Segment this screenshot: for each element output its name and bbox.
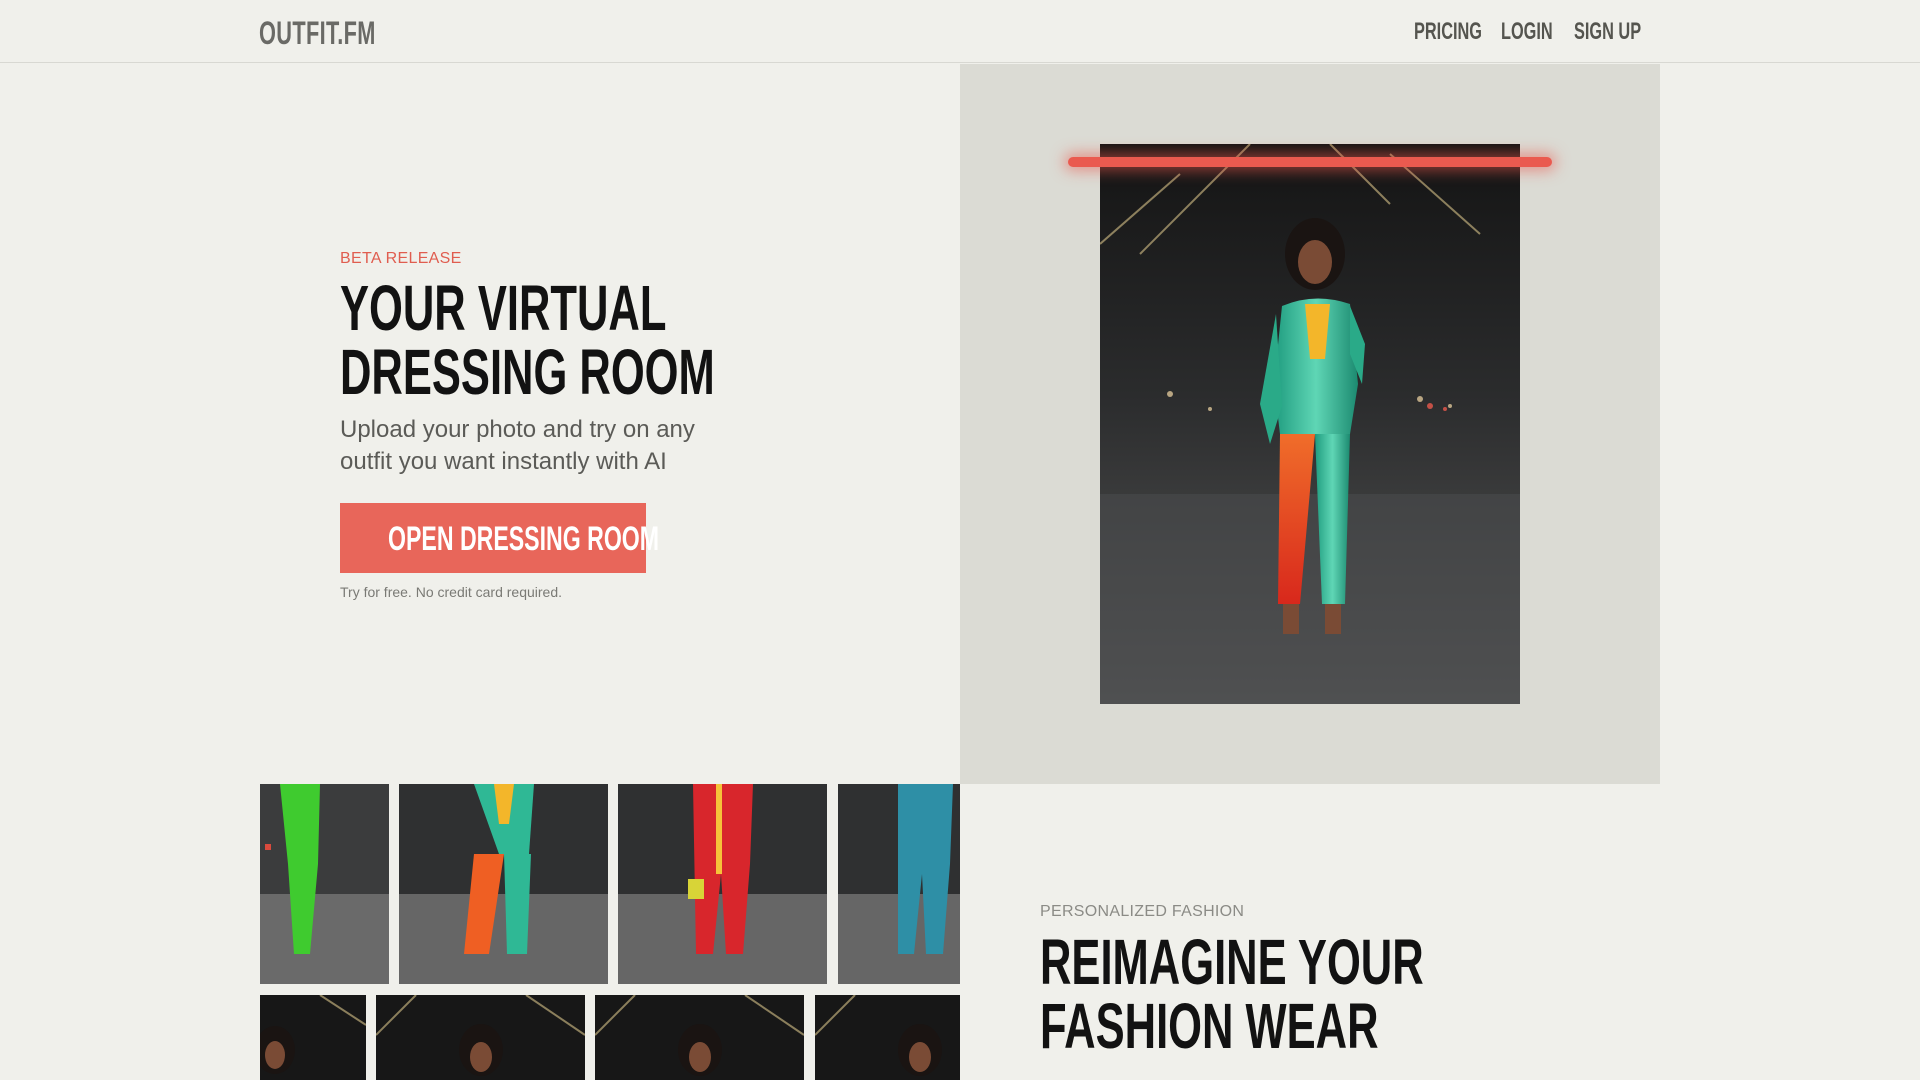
hero-subtitle: Upload your photo and try on any outfit … bbox=[340, 414, 760, 478]
hero-subtitle-line-1: Upload your photo and try on any bbox=[340, 416, 695, 443]
thumb-row2-1-illustration bbox=[260, 995, 366, 1080]
gallery-thumb-red[interactable] bbox=[618, 784, 827, 984]
gallery-thumb-teal-orange[interactable] bbox=[399, 784, 608, 984]
hero-title: YOUR VIRTUAL DRESSING ROOM bbox=[340, 276, 891, 404]
thumb-row2-2-illustration bbox=[376, 995, 585, 1080]
section2-title-line-1: REIMAGINE YOUR bbox=[1040, 926, 1424, 998]
thumb-row2-3-illustration bbox=[595, 995, 804, 1080]
logo[interactable]: OUTFIT.FM bbox=[259, 15, 376, 52]
section2-title-line-2: FASHION WEAR bbox=[1040, 990, 1379, 1062]
gallery-thumb-row2-1[interactable] bbox=[260, 995, 366, 1080]
gallery-thumb-row2-4[interactable] bbox=[815, 995, 960, 1080]
free-trial-note: Try for free. No credit card required. bbox=[340, 584, 563, 600]
thumb-green-illustration bbox=[260, 784, 389, 984]
model-photo bbox=[1100, 144, 1520, 704]
hero-title-line-2: DRESSING ROOM bbox=[340, 336, 715, 408]
outfit-gallery bbox=[260, 784, 960, 1080]
thumb-blue-illustration bbox=[838, 784, 960, 984]
open-dressing-room-button[interactable]: OPEN DRESSING ROOM bbox=[340, 503, 659, 573]
beta-release-label: BETA RELEASE bbox=[340, 250, 462, 267]
model-photo-illustration bbox=[1100, 144, 1520, 704]
gallery-thumb-row2-2[interactable] bbox=[376, 995, 585, 1080]
gallery-thumb-row2-3[interactable] bbox=[595, 995, 804, 1080]
thumb-teal-orange-illustration bbox=[399, 784, 608, 984]
section2-title: REIMAGINE YOUR FASHION WEAR bbox=[1040, 930, 1604, 1058]
hero-title-line-1: YOUR VIRTUAL bbox=[340, 272, 667, 344]
nav-pricing[interactable]: PRICING bbox=[1414, 18, 1482, 46]
nav-signup[interactable]: SIGN UP bbox=[1574, 18, 1641, 46]
nav-login[interactable]: LOGIN bbox=[1501, 18, 1553, 46]
hero-subtitle-line-2: outfit you want instantly with AI bbox=[340, 448, 667, 475]
personalized-fashion-label: PERSONALIZED FASHION bbox=[1040, 903, 1245, 920]
gallery-thumb-green[interactable] bbox=[260, 784, 389, 984]
site-header: OUTFIT.FM PRICING LOGIN SIGN UP bbox=[0, 0, 1920, 63]
gallery-thumb-blue[interactable] bbox=[838, 784, 960, 984]
hero-visual-panel bbox=[960, 64, 1660, 784]
open-dressing-room-label: OPEN DRESSING ROOM bbox=[388, 520, 660, 558]
thumb-row2-4-illustration bbox=[815, 995, 960, 1080]
scan-line bbox=[1068, 157, 1552, 167]
thumb-red-illustration bbox=[618, 784, 827, 984]
